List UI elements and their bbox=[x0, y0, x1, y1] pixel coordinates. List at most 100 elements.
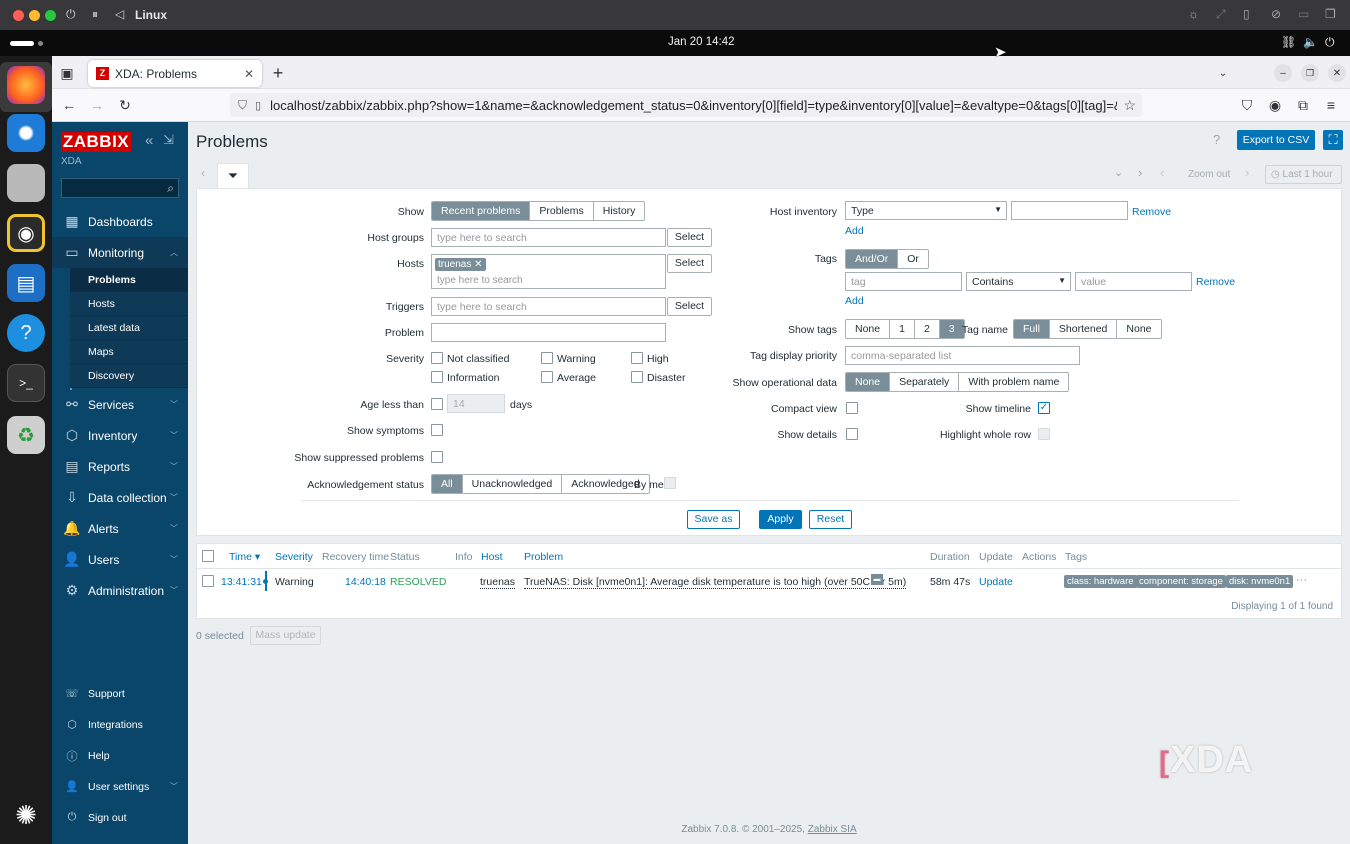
menu-support[interactable]: ☏ Support bbox=[52, 678, 188, 709]
host-chip[interactable]: truenas ✕ bbox=[435, 258, 486, 271]
ack-all[interactable]: All bbox=[432, 475, 463, 493]
row-time[interactable]: 13:41:31 bbox=[221, 576, 262, 588]
show-history[interactable]: History bbox=[594, 202, 645, 220]
tags-or[interactable]: Or bbox=[898, 250, 928, 268]
trash-icon[interactable]: ♻ bbox=[7, 416, 45, 454]
url-bar[interactable]: ⛉ ▯ localhost/zabbix/zabbix.php?show=1&n… bbox=[230, 93, 1142, 117]
search-icon[interactable]: ⌕ bbox=[167, 181, 174, 196]
network-icon[interactable]: ⛓ bbox=[1281, 35, 1296, 49]
problem-input[interactable] bbox=[431, 323, 666, 342]
menu-users[interactable]: 👤 Users ﹀ bbox=[52, 544, 188, 575]
age-checkbox[interactable] bbox=[431, 398, 443, 410]
camera-icon[interactable]: ▭ bbox=[1298, 7, 1309, 21]
tag-name-full[interactable]: Full bbox=[1014, 320, 1050, 338]
help-icon[interactable]: ? bbox=[1213, 132, 1220, 147]
hosts-select-button[interactable]: Select bbox=[667, 254, 712, 273]
compact-view-checkbox[interactable] bbox=[846, 402, 858, 414]
new-tab-icon[interactable]: + bbox=[269, 63, 287, 83]
zabbix-logo[interactable]: ZABBIX bbox=[61, 132, 131, 152]
tag-operator-select[interactable]: Contains ▼ bbox=[966, 272, 1071, 291]
time-range-button[interactable]: ◷ Last 1 hour bbox=[1265, 165, 1342, 184]
by-me-checkbox[interactable] bbox=[664, 477, 676, 489]
settings-icon[interactable]: ⊘ bbox=[1271, 7, 1281, 21]
show-tags-none[interactable]: None bbox=[846, 320, 891, 338]
restore-icon[interactable]: ❐ bbox=[1301, 64, 1319, 82]
menu-monitoring[interactable]: ▭ Monitoring ︿ bbox=[52, 237, 188, 268]
minimize-window-icon[interactable] bbox=[29, 10, 40, 21]
show-apps-icon[interactable]: ✺ bbox=[7, 796, 45, 834]
row-update-link[interactable]: Update bbox=[979, 576, 1013, 588]
prev-icon[interactable]: ‹ bbox=[201, 166, 205, 180]
rhythmbox-icon[interactable]: ◉ bbox=[7, 214, 45, 252]
opdata-none[interactable]: None bbox=[846, 373, 891, 391]
thunderbird-icon[interactable] bbox=[7, 114, 45, 152]
shield-icon[interactable]: ⛉ bbox=[238, 98, 247, 113]
export-csv-button[interactable]: Export to CSV bbox=[1237, 130, 1315, 150]
writer-icon[interactable]: ▤ bbox=[7, 264, 45, 302]
reset-button[interactable]: Reset bbox=[809, 510, 852, 529]
severity-average-checkbox[interactable] bbox=[541, 371, 553, 383]
zoom-window-icon[interactable] bbox=[45, 10, 56, 21]
col-problem[interactable]: Problem bbox=[524, 551, 563, 563]
tab-zabbix[interactable]: Z XDA: Problems ✕ bbox=[88, 60, 262, 87]
time-back-icon[interactable]: ‹ bbox=[1160, 165, 1164, 180]
submenu-problems[interactable]: Problems bbox=[70, 268, 188, 292]
menu-services[interactable]: ⚯ Services ﹀ bbox=[52, 389, 188, 420]
power-icon[interactable]: ⏻ bbox=[66, 7, 76, 22]
help-icon[interactable]: ? bbox=[7, 314, 45, 352]
row-host[interactable]: truenas bbox=[480, 576, 516, 589]
show-problems[interactable]: Problems bbox=[530, 202, 594, 220]
severity-information-checkbox[interactable] bbox=[431, 371, 443, 383]
menu-alerts[interactable]: 🔔 Alerts ﹀ bbox=[52, 513, 188, 544]
host-inventory-value-input[interactable] bbox=[1011, 201, 1128, 220]
tag-value-input[interactable]: value bbox=[1075, 272, 1192, 291]
col-severity[interactable]: Severity bbox=[275, 551, 313, 563]
ack-unacknowledged[interactable]: Unacknowledged bbox=[463, 475, 563, 493]
back-icon[interactable]: ◁ bbox=[115, 7, 124, 21]
show-symptoms-checkbox[interactable] bbox=[431, 424, 443, 436]
account-icon[interactable]: ◉ bbox=[1266, 96, 1284, 114]
tags-and-or[interactable]: And/Or bbox=[846, 250, 899, 268]
tag-input[interactable]: tag bbox=[845, 272, 962, 291]
tag-name-none[interactable]: None bbox=[1117, 320, 1160, 338]
submenu-latest-data[interactable]: Latest data bbox=[70, 316, 188, 340]
page-info-icon[interactable]: ▯ bbox=[255, 99, 261, 112]
extensions-icon[interactable]: ⧉ bbox=[1294, 96, 1312, 114]
host-inventory-select[interactable]: Type ▼ bbox=[845, 201, 1007, 220]
forward-arrow-icon[interactable]: → bbox=[88, 96, 106, 114]
tag-component[interactable]: component: storage bbox=[1136, 575, 1226, 588]
menu-data-collection[interactable]: ⇩ Data collection ﹀ bbox=[52, 482, 188, 513]
inventory-remove-link[interactable]: Remove bbox=[1132, 206, 1171, 218]
mass-update-button[interactable]: Mass update bbox=[250, 626, 321, 645]
hosts-multiselect[interactable]: truenas ✕ type here to search bbox=[431, 254, 666, 289]
more-tags-icon[interactable]: ··· bbox=[1296, 574, 1307, 586]
close-tab-icon[interactable]: ✕ bbox=[244, 67, 254, 81]
collapse-icon[interactable]: ⌄ bbox=[1114, 166, 1123, 179]
opdata-with-problem-name[interactable]: With problem name bbox=[959, 373, 1068, 391]
device-icon[interactable]: ▯ bbox=[1243, 7, 1250, 21]
clock[interactable]: Jan 20 14:42 bbox=[668, 36, 735, 48]
menu-administration[interactable]: ⚙ Administration ﹀ bbox=[52, 575, 188, 606]
fullscreen-icon[interactable]: ⛶ bbox=[1323, 130, 1343, 150]
menu-reports[interactable]: ▤ Reports ﹀ bbox=[52, 451, 188, 482]
triggers-input[interactable]: type here to search bbox=[431, 297, 666, 316]
tag-add-link[interactable]: Add bbox=[845, 295, 864, 307]
time-forward-icon[interactable]: › bbox=[1245, 165, 1249, 180]
menu-user-settings[interactable]: 👤 User settings ﹀ bbox=[52, 771, 188, 802]
windows-icon[interactable]: ❐ bbox=[1325, 7, 1336, 21]
firefox-icon[interactable] bbox=[7, 66, 45, 104]
zabbix-sia-link[interactable]: Zabbix SIA bbox=[808, 824, 857, 835]
pocket-icon[interactable]: ⛉ bbox=[1238, 96, 1256, 114]
volume-icon[interactable]: 🔈 bbox=[1303, 35, 1318, 49]
apply-button[interactable]: Apply bbox=[759, 510, 802, 529]
expand-icon[interactable]: ⤢ bbox=[1216, 7, 1226, 22]
select-all-checkbox[interactable] bbox=[202, 550, 214, 562]
row-recovery-time[interactable]: 14:40:18 bbox=[345, 576, 386, 588]
remove-chip-icon[interactable]: ✕ bbox=[474, 259, 482, 270]
inventory-add-link[interactable]: Add bbox=[845, 225, 864, 237]
show-recent-problems[interactable]: Recent problems bbox=[432, 202, 531, 220]
reload-icon[interactable]: ↻ bbox=[116, 96, 134, 114]
severity-disaster-checkbox[interactable] bbox=[631, 371, 643, 383]
col-host[interactable]: Host bbox=[481, 551, 503, 563]
age-input[interactable]: 14 bbox=[447, 394, 505, 413]
